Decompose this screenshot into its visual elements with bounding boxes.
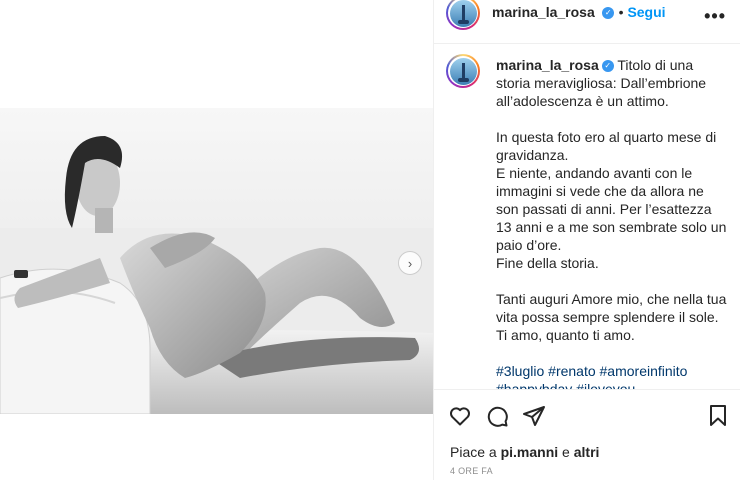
heart-icon[interactable] [448, 404, 472, 428]
likes-others[interactable]: altri [574, 444, 600, 460]
post-timestamp[interactable]: 4 ORE FA [450, 466, 493, 476]
header-username[interactable]: marina_la_rosa [492, 4, 595, 20]
caption-username[interactable]: marina_la_rosa [496, 57, 599, 73]
verified-icon: ✓ [602, 6, 615, 19]
post-photo-pane: › [0, 0, 433, 480]
caption-avatar[interactable] [446, 54, 480, 88]
post-sidebar: marina_la_rosa ✓ • Segui ••• marina_la_r… [434, 0, 740, 480]
share-icon[interactable] [522, 404, 546, 428]
follow-button[interactable]: Segui [627, 4, 665, 20]
post-photo[interactable] [0, 108, 433, 414]
caption-line-3: E niente, andando avanti con le immagini… [496, 165, 727, 253]
likes-summary: Piace a pi.manni e altri [450, 444, 599, 460]
verified-icon: ✓ [601, 60, 614, 73]
likes-prefix: Piace a [450, 444, 497, 460]
avatar[interactable] [446, 0, 480, 30]
caption-area: marina_la_rosa ✓ Titolo di una storia mer… [434, 44, 740, 389]
next-photo-button[interactable]: › [398, 251, 422, 275]
comment-icon[interactable] [485, 404, 509, 428]
likes-join: e [562, 444, 570, 460]
likes-user[interactable]: pi.manni [501, 444, 559, 460]
action-bar: Piace a pi.manni e altri 4 ORE FA [434, 389, 740, 479]
caption-line-5: Tanti auguri Amore mio, che nella tua vi… [496, 291, 727, 343]
post-header: marina_la_rosa ✓ • Segui ••• [434, 0, 740, 44]
caption-hashtags[interactable]: #3luglio #renato #amoreinfinito #happybd… [496, 362, 728, 389]
caption: marina_la_rosa ✓ Titolo di una storia mer… [496, 56, 728, 389]
bookmark-icon[interactable] [708, 404, 728, 428]
more-icon[interactable]: ••• [704, 6, 726, 27]
caption-line-2: In questa foto ero al quarto mese di gra… [496, 129, 717, 163]
caption-line-4: Fine della storia. [496, 255, 599, 271]
chevron-right-icon: › [407, 255, 413, 271]
